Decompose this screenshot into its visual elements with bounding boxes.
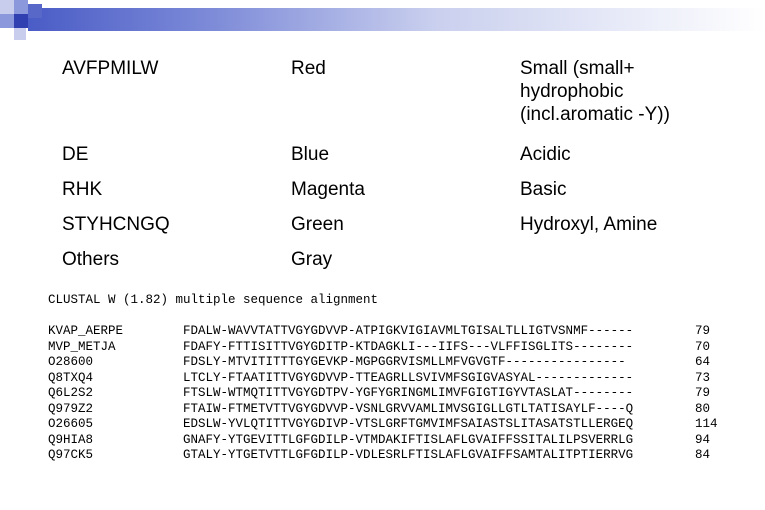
- legend-property: [506, 242, 735, 277]
- sequence-name: MVP_METJA: [48, 339, 116, 354]
- sequence-string: EDSLW-YVLQTITTVGYGDIVP-VTSLGRFTGMVIMFSAI…: [183, 417, 634, 431]
- sequence-string: FDSLY-MTVITITTTGYGEVKP-MGPGGRVISMLLMFVGV…: [183, 355, 626, 369]
- legend-property: Acidic: [520, 144, 571, 165]
- sequence-alignment: FDALW-WAVVTATTVGYGDVVP-ATPIGKVIGIAVMLTGI…: [183, 324, 633, 464]
- legend-color-name: Blue: [291, 144, 330, 165]
- sequence-string: FDALW-WAVVTATTVGYGDVVP-ATPIGKVIGIAVMLTGI…: [183, 324, 634, 338]
- legend-residues: AVFPMILW: [62, 58, 159, 79]
- legend-color-name: Red: [291, 58, 326, 79]
- sequence-position: 73: [695, 370, 711, 385]
- color-legend-table: AVFPMILW Red Small (small+ hydrophobic (in…: [48, 47, 735, 277]
- sequence-string: LTCLY-FTAATITTVGYGDVVP-TTEAGRLLSVIVMFSGI…: [183, 370, 634, 385]
- sequence-string: FTSLW-WTMQTITTVGYGDTPV-YGFYGRINGMLIMVFGI…: [183, 386, 634, 400]
- alignment-header: CLUSTAL W (1.82) multiple sequence align…: [48, 293, 379, 307]
- sequence-position: 84: [695, 448, 711, 462]
- deco-square: [14, 28, 26, 40]
- legend-residues: Others: [62, 249, 120, 270]
- sequence-name: Q6L2S2: [48, 386, 94, 400]
- sequence-name: KVAP_AERPE: [48, 324, 124, 338]
- deco-square: [0, 14, 14, 28]
- sequence-string: FTAIW-FTMETVTTVGYGDVVP-VSNLGRVVAMLIMVSGI…: [183, 401, 634, 416]
- legend-color-name: Magenta: [291, 179, 365, 200]
- sequence-position: 114: [695, 417, 718, 431]
- legend-row: Others Gray: [48, 242, 735, 277]
- legend-row: RHK Magenta Basic: [48, 172, 735, 207]
- sequence-name: Q9HIA8: [48, 432, 94, 447]
- deco-square: [14, 14, 28, 28]
- sequence-position: 94: [695, 432, 711, 447]
- legend-color-name: Green: [291, 214, 344, 235]
- deco-square: [0, 0, 14, 14]
- gradient-bar: [28, 8, 765, 31]
- legend-row: AVFPMILW Red Small (small+ hydrophobic (in…: [48, 47, 735, 137]
- legend-property: Basic: [520, 179, 567, 200]
- sequence-name: Q8TXQ4: [48, 370, 94, 385]
- legend-row: STYHCNGQ Green Hydroxyl, Amine: [48, 207, 735, 242]
- sequence-position: 80: [695, 401, 711, 416]
- sequence-string: FDAFY-FTTISITTVGYGDITP-KTDAGKLI---IIFS--…: [183, 339, 634, 354]
- legend-color-name: Gray: [291, 249, 333, 270]
- sequence-names: KVAP_AERPE MVP_METJA O28600 Q8TXQ4 Q6L2S2 Q97…: [48, 324, 123, 464]
- sequence-position: 79: [695, 324, 711, 338]
- legend-row: DE Blue Acidic: [48, 137, 735, 172]
- deco-square: [28, 4, 42, 18]
- sequence-position: 70: [695, 339, 711, 354]
- legend-residues: DE: [62, 144, 89, 165]
- decorative-header: [0, 0, 765, 40]
- deco-square: [14, 0, 28, 14]
- sequence-string: GNAFY-YTGEVITTLGFGDILP-VTMDAKIFTISLAFLGV…: [183, 432, 634, 447]
- legend-property: Small (small+ hydrophobic (incl.aromatic…: [520, 58, 670, 125]
- sequence-name: Q97CK5: [48, 448, 94, 462]
- sequence-name: Q979Z2: [48, 401, 94, 416]
- sequence-position: 79: [695, 386, 711, 400]
- legend-residues: RHK: [62, 179, 103, 200]
- sequence-position: 64: [695, 355, 711, 369]
- sequence-name: O26605: [48, 417, 94, 431]
- legend-property: Hydroxyl, Amine: [520, 214, 658, 235]
- sequence-name: O28600: [48, 355, 94, 369]
- sequence-positions: 79 70 64 73 79 80 114 94 84: [695, 324, 718, 464]
- legend-residues: STYHCNGQ: [62, 214, 170, 235]
- sequence-string: GTALY-YTGETVTTLGFGDILP-VDLESRLFTISLAFLGV…: [183, 448, 634, 462]
